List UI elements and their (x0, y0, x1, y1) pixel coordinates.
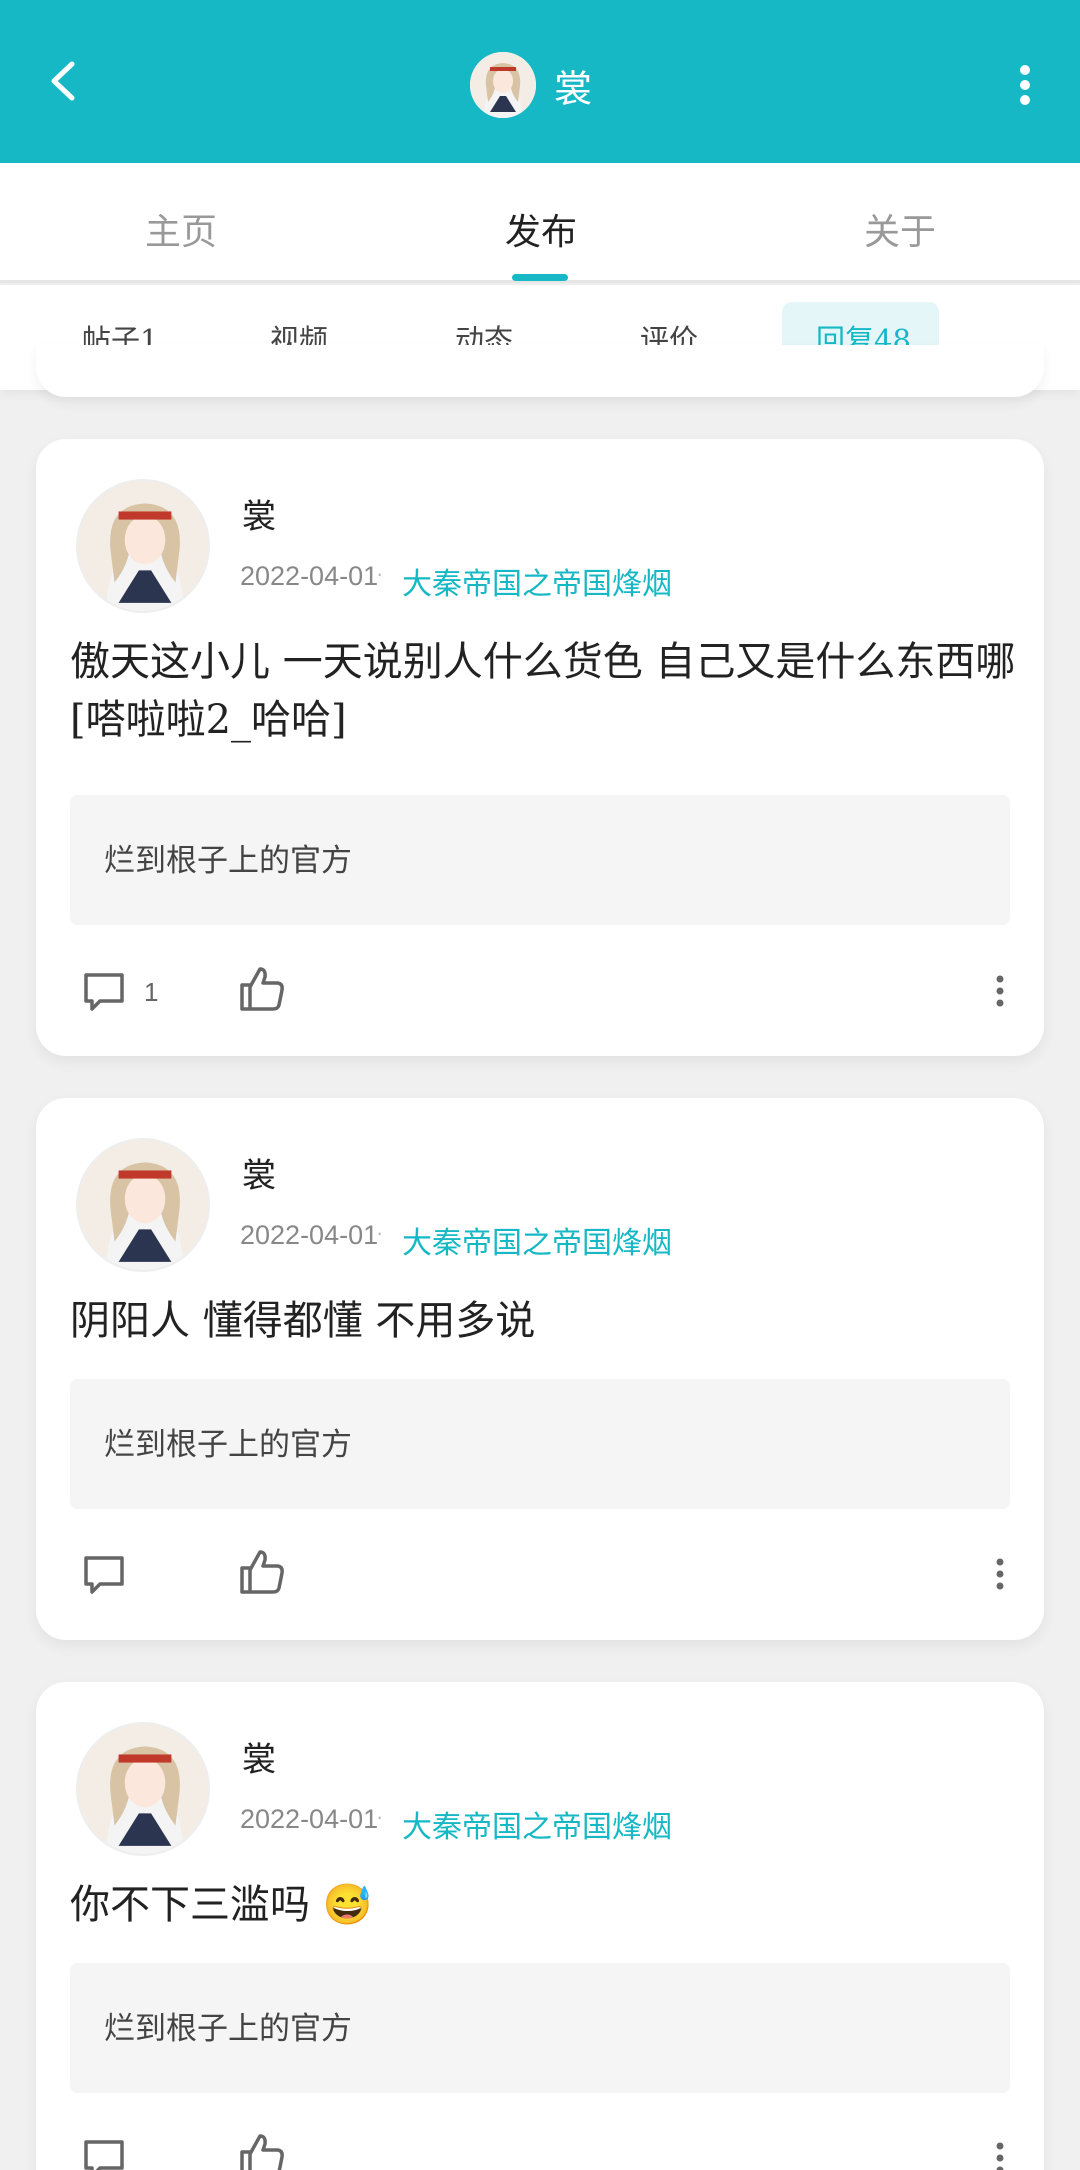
author-avatar[interactable] (76, 1722, 210, 1856)
profile-tabs: 主页 发布 关于 (0, 163, 1080, 283)
tab-about[interactable]: 关于 (864, 203, 936, 255)
separator-dot: · (376, 1804, 384, 1829)
card-actions (36, 1544, 1044, 1604)
separator-dot: · (376, 561, 384, 586)
quoted-text: 烂到根子上的官方 (104, 1427, 352, 1463)
card-more-icon[interactable] (990, 2138, 1010, 2170)
author-avatar[interactable] (76, 1138, 210, 1272)
card-actions (36, 2128, 1044, 2170)
quoted-text: 烂到根子上的官方 (104, 2011, 352, 2047)
reply-content: 傲天这小儿 一天说别人什么货色 自己又是什么东西哪[嗒啦啦2_哈哈] (70, 639, 1016, 743)
author-name[interactable]: 裳 (242, 1732, 276, 1781)
quoted-post[interactable]: 烂到根子上的官方 (70, 1379, 1010, 1509)
previous-card-edge (36, 345, 1044, 397)
tab-publish[interactable]: 发布 (505, 203, 577, 255)
avatar (470, 52, 536, 118)
thumbs-up-icon[interactable] (236, 963, 288, 1015)
comment-icon[interactable] (80, 1550, 128, 1598)
top-app-bar: 裳 (0, 0, 1080, 163)
quoted-post[interactable]: 烂到根子上的官方 (70, 795, 1010, 925)
more-options-button[interactable] (1010, 60, 1040, 110)
page-title: 裳 (554, 66, 593, 111)
forum-link[interactable]: 大秦帝国之帝国烽烟 (402, 1802, 672, 1846)
post-date: 2022-04-01 (240, 1220, 379, 1250)
forum-link[interactable]: 大秦帝国之帝国烽烟 (402, 559, 672, 603)
card-actions: 1 (36, 961, 1044, 1021)
thumbs-up-icon[interactable] (236, 2130, 288, 2170)
post-date: 2022-04-01 (240, 1804, 379, 1834)
thumbs-up-icon[interactable] (236, 1546, 288, 1598)
author-name[interactable]: 裳 (242, 1148, 276, 1197)
forum-link[interactable]: 大秦帝国之帝国烽烟 (402, 1218, 672, 1262)
author-name[interactable]: 裳 (242, 489, 276, 538)
post-date: 2022-04-01 (240, 561, 379, 591)
card-more-icon[interactable] (990, 971, 1010, 1011)
comment-icon[interactable] (80, 967, 128, 1015)
author-avatar[interactable] (76, 479, 210, 613)
reply-content: 你不下三滥吗 😅 (70, 1882, 373, 1928)
tab-home[interactable]: 主页 (145, 203, 217, 255)
quoted-post[interactable]: 烂到根子上的官方 (70, 1963, 1010, 2093)
back-button[interactable] (40, 56, 90, 106)
tab-indicator (512, 274, 568, 281)
reply-card[interactable]: 裳 2022-04-01 · 大秦帝国之帝国烽烟 傲天这小儿 一天说别人什么货色… (36, 439, 1044, 1056)
quoted-text: 烂到根子上的官方 (104, 843, 352, 879)
card-more-icon[interactable] (990, 1554, 1010, 1594)
reply-card[interactable]: 裳 2022-04-01 · 大秦帝国之帝国烽烟 阴阳人 懂得都懂 不用多说 烂… (36, 1098, 1044, 1640)
comment-count: 1 (144, 977, 159, 1007)
separator-dot: · (376, 1220, 384, 1245)
reply-content: 阴阳人 懂得都懂 不用多说 (70, 1298, 536, 1344)
reply-card[interactable]: 裳 2022-04-01 · 大秦帝国之帝国烽烟 你不下三滥吗 😅 烂到根子上的… (36, 1682, 1044, 2170)
comment-icon[interactable] (80, 2134, 128, 2170)
profile-title[interactable]: 裳 (470, 52, 592, 118)
